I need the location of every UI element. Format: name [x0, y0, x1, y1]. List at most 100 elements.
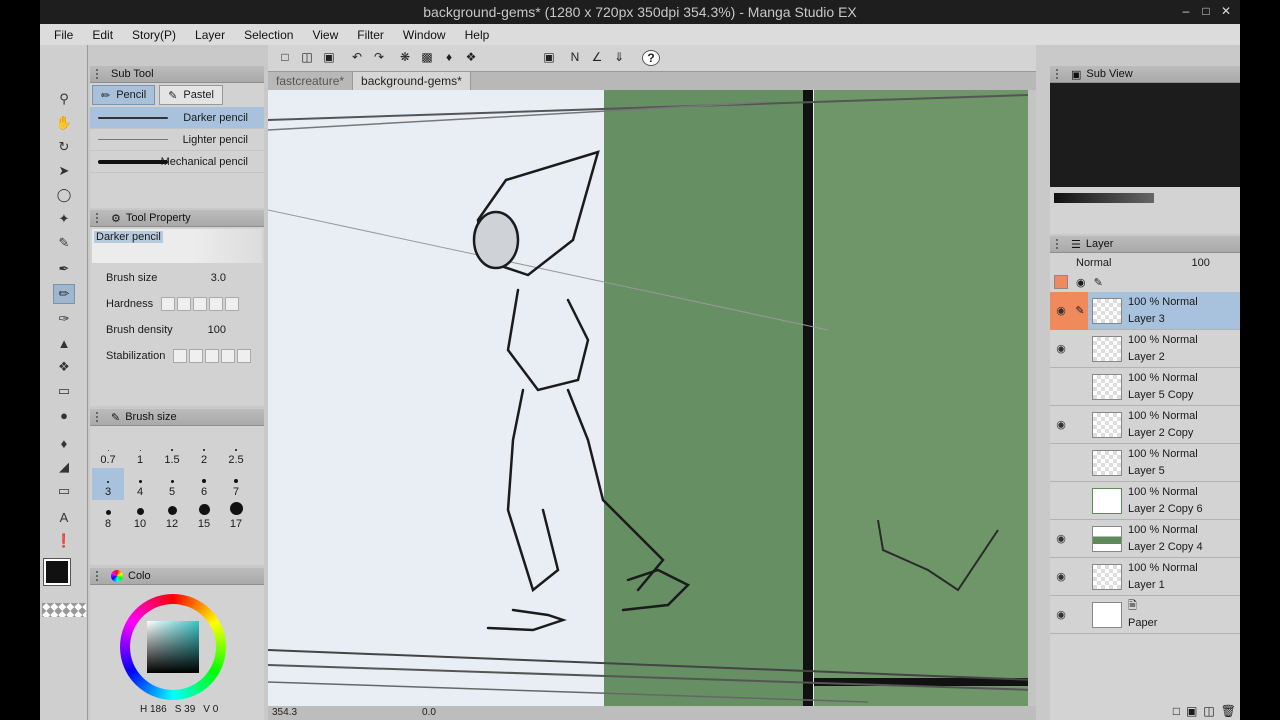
color-wheel[interactable]: [120, 594, 226, 700]
menu-help[interactable]: Help: [465, 28, 490, 42]
rectangle-icon[interactable]: ▭: [53, 481, 75, 501]
drawing-canvas[interactable]: [268, 90, 1036, 706]
hand-icon[interactable]: ✋: [53, 113, 75, 133]
menu-file[interactable]: File: [54, 28, 73, 42]
snap-ruler-icon[interactable]: N: [566, 50, 584, 66]
eye-icon[interactable]: ◉: [1050, 330, 1072, 368]
clear-icon[interactable]: ❋: [396, 50, 414, 66]
subtool-item-darker-pencil[interactable]: Darker pencil: [90, 107, 264, 129]
grip-icon[interactable]: [96, 213, 106, 223]
rotation-angle[interactable]: 0.0: [422, 707, 436, 718]
saturation-square[interactable]: [147, 621, 199, 673]
eye-icon[interactable]: ◉: [1050, 406, 1072, 444]
grip-icon[interactable]: [96, 69, 106, 79]
tab-fastcreature[interactable]: fastcreature*: [268, 72, 354, 90]
lasso-icon[interactable]: ◯: [53, 185, 75, 205]
layer-row[interactable]: 100 % Normal Layer 5: [1050, 444, 1240, 482]
zoom-icon[interactable]: ⚲: [53, 89, 75, 109]
fill-selection-icon[interactable]: ♦: [440, 50, 458, 66]
brush-size-option[interactable]: 0.7: [92, 436, 124, 468]
new-raster-layer-icon[interactable]: □: [1173, 704, 1180, 718]
menu-filter[interactable]: Filter: [357, 28, 384, 42]
snap-special-icon[interactable]: ∠: [588, 50, 606, 66]
brush-size-option[interactable]: 7: [220, 468, 252, 500]
layer-color-icon[interactable]: [1054, 275, 1068, 289]
pen-icon[interactable]: ✒: [53, 259, 75, 279]
main-color-swatch[interactable]: [43, 558, 71, 586]
new-file-icon[interactable]: □: [276, 50, 294, 66]
brush-density-value[interactable]: 100: [208, 324, 226, 336]
grip-icon[interactable]: [96, 571, 106, 581]
layer-ruler-icon[interactable]: ✎: [1094, 276, 1103, 289]
menu-selection[interactable]: Selection: [244, 28, 293, 42]
layer-row[interactable]: ◉ 100 % Normal Layer 2: [1050, 330, 1240, 368]
brush-size-option[interactable]: 6: [188, 468, 220, 500]
menu-edit[interactable]: Edit: [92, 28, 113, 42]
edit-target-icon[interactable]: [1072, 482, 1088, 520]
menu-story[interactable]: Story(P): [132, 28, 176, 42]
brush-density-row[interactable]: Brush density 100: [90, 317, 264, 343]
gradient-icon[interactable]: ◢: [53, 457, 75, 477]
eye-icon[interactable]: ◉: [1050, 596, 1072, 634]
brush-size-option[interactable]: 1.5: [156, 436, 188, 468]
grip-icon[interactable]: [1056, 69, 1066, 79]
grip-icon[interactable]: [1056, 239, 1066, 249]
edit-target-icon[interactable]: [1072, 558, 1088, 596]
brush-size-option[interactable]: 8: [92, 500, 124, 532]
hardness-selector[interactable]: [161, 297, 240, 311]
edit-target-icon[interactable]: [1072, 330, 1088, 368]
transform-icon[interactable]: ❖: [462, 50, 480, 66]
rotate-icon[interactable]: ↻: [53, 137, 75, 157]
subview-preview[interactable]: [1050, 83, 1240, 187]
close-icon[interactable]: ✕: [1218, 3, 1234, 19]
subtool-item-mechanical-pencil[interactable]: Mechanical pencil: [90, 151, 264, 173]
stabilization-selector[interactable]: [173, 349, 252, 363]
blend-mode-select[interactable]: Normal: [1076, 257, 1111, 269]
subtool-item-lighter-pencil[interactable]: Lighter pencil: [90, 129, 264, 151]
stabilization-row[interactable]: Stabilization: [90, 343, 264, 369]
fill-icon[interactable]: ♦: [53, 433, 75, 453]
save-icon[interactable]: ▣: [320, 50, 338, 66]
layer-mask-icon[interactable]: ◉: [1076, 276, 1086, 289]
brush-size-option[interactable]: 10: [124, 500, 156, 532]
layer-row[interactable]: 100 % Normal Layer 5 Copy: [1050, 368, 1240, 406]
eraser-icon[interactable]: ▭: [53, 381, 75, 401]
edit-target-icon[interactable]: [1072, 520, 1088, 558]
layer-row[interactable]: ◉ 100 % Normal Layer 2 Copy: [1050, 406, 1240, 444]
maximize-icon[interactable]: □: [1198, 3, 1214, 19]
layer-row[interactable]: 100 % Normal Layer 2 Copy 6: [1050, 482, 1240, 520]
eyedropper-icon[interactable]: ✎: [53, 233, 75, 253]
pencil-icon[interactable]: ✏: [53, 284, 75, 304]
grip-icon[interactable]: [96, 412, 106, 422]
clear-outside-icon[interactable]: ▩: [418, 50, 436, 66]
menu-layer[interactable]: Layer: [195, 28, 225, 42]
eye-icon[interactable]: ◉: [1050, 291, 1072, 330]
blend-icon[interactable]: ●: [53, 405, 75, 425]
brush-size-row[interactable]: Brush size 3.0: [90, 265, 264, 291]
eye-icon[interactable]: ◉: [1050, 520, 1072, 558]
subview-slider[interactable]: [1054, 193, 1154, 203]
auto-select-icon[interactable]: ✦: [53, 209, 75, 229]
new-vector-layer-icon[interactable]: ▣: [1186, 704, 1197, 718]
brush-size-option[interactable]: 4: [124, 468, 156, 500]
new-folder-icon[interactable]: ◫: [1203, 704, 1214, 718]
brush-size-option[interactable]: 1: [124, 436, 156, 468]
object-icon[interactable]: ➤: [53, 161, 75, 181]
transparent-swatch[interactable]: [42, 603, 86, 617]
text-icon[interactable]: A: [53, 507, 75, 527]
hardness-row[interactable]: Hardness: [90, 291, 264, 317]
brush-icon[interactable]: ✑: [53, 309, 75, 329]
eye-icon[interactable]: ◉: [1050, 558, 1072, 596]
balloon-icon[interactable]: ❗: [53, 531, 75, 551]
eye-icon[interactable]: [1050, 368, 1072, 406]
brush-size-option[interactable]: 5: [156, 468, 188, 500]
brush-size-option[interactable]: 2.5: [220, 436, 252, 468]
eye-icon[interactable]: [1050, 482, 1072, 520]
layer-opacity-value[interactable]: 100: [1191, 257, 1209, 269]
subtool-tab-pencil[interactable]: ✏ Pencil: [92, 85, 156, 105]
brush-size-option[interactable]: 12: [156, 500, 188, 532]
edit-target-icon[interactable]: [1072, 406, 1088, 444]
decoration-icon[interactable]: ❖: [53, 357, 75, 377]
layer-row[interactable]: ◉ 100 % Normal Layer 2 Copy 4: [1050, 520, 1240, 558]
delete-layer-icon[interactable]: 🗑: [1221, 704, 1236, 718]
